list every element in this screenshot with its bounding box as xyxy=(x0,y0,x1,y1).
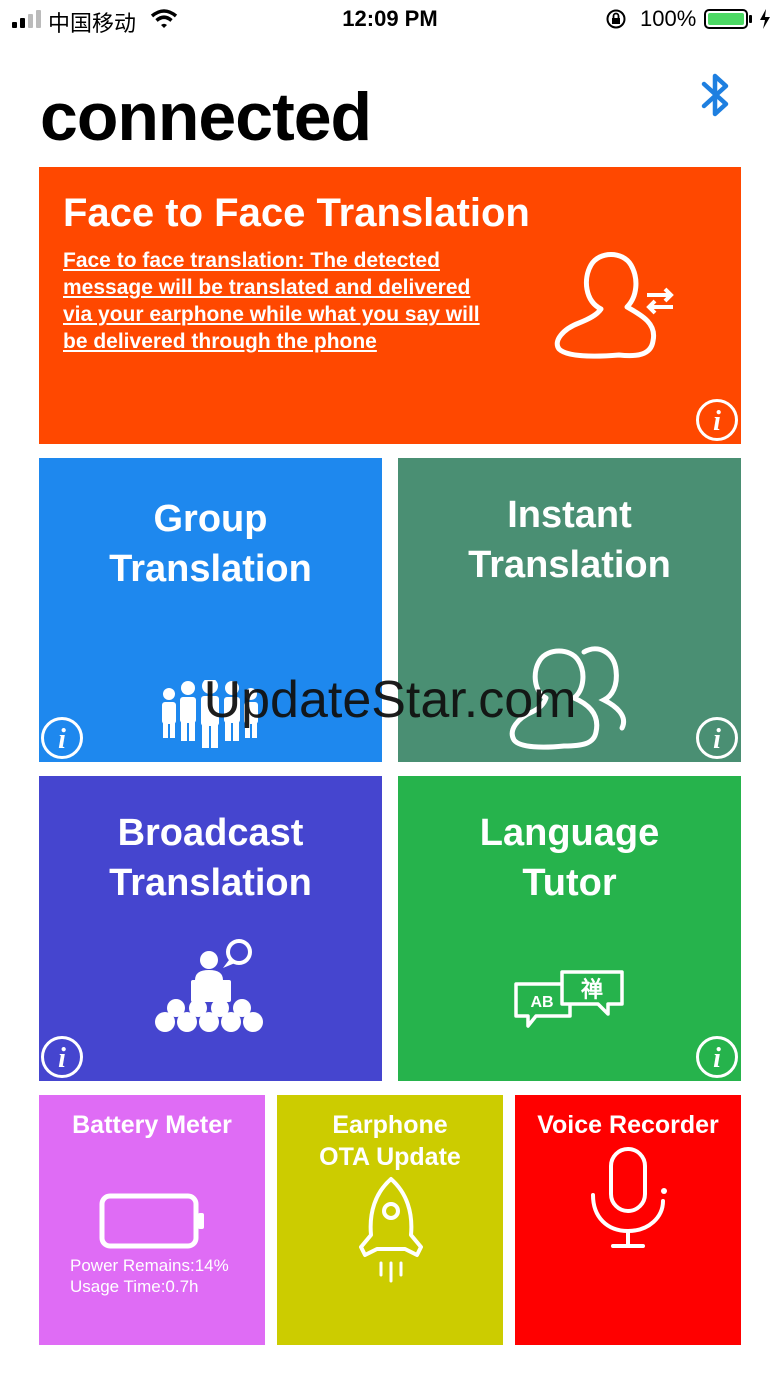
tile-title-line1: Group xyxy=(153,498,268,540)
rotation-lock-icon xyxy=(606,9,626,29)
tile-earphone-ota-update[interactable]: Earphone OTA Update xyxy=(277,1095,503,1345)
battery-status-icon xyxy=(704,9,752,29)
language-bubbles-icon: AB 禅 xyxy=(514,970,624,1028)
person-swap-icon xyxy=(554,252,674,359)
tile-face-to-face-translation[interactable]: Face to Face Translation Face to face tr… xyxy=(39,167,741,444)
status-bar: 中国移动 12:09 PM 100% xyxy=(0,0,780,40)
charging-icon xyxy=(760,9,770,29)
bluetooth-icon[interactable] xyxy=(694,70,738,120)
power-remains: Power Remains:14% xyxy=(70,1256,229,1275)
tile-title-line2: Translation xyxy=(468,544,671,586)
bubble-text-left: AB xyxy=(530,994,553,1011)
info-icon: i xyxy=(41,1036,83,1078)
microphone-icon xyxy=(591,1147,667,1248)
tile-title-line2: Tutor xyxy=(522,862,617,904)
tile-title-line1: Earphone xyxy=(332,1111,448,1139)
page-title: connected xyxy=(40,79,372,155)
watermark-text: UpdateStar.com xyxy=(203,671,577,729)
tile-title: Voice Recorder xyxy=(537,1111,719,1139)
tile-language-tutor[interactable]: Language Tutor AB 禅 i xyxy=(398,776,741,1081)
svg-text:i: i xyxy=(713,1043,721,1074)
info-button[interactable]: i xyxy=(40,1035,84,1079)
info-icon: i xyxy=(696,399,738,441)
tile-title-line2: OTA Update xyxy=(319,1143,461,1171)
tile-title-line1: Instant xyxy=(507,494,632,536)
speaker-audience-icon xyxy=(155,939,263,1032)
tile-broadcast-translation[interactable]: Broadcast Translation i xyxy=(39,776,382,1081)
tile-title: Face to Face Translation xyxy=(63,191,530,235)
info-icon: i xyxy=(696,1036,738,1078)
tile-title-line1: Broadcast xyxy=(117,812,304,854)
info-button[interactable]: i xyxy=(695,1035,739,1079)
tile-title-line2: Translation xyxy=(109,548,312,590)
tile-title: Battery Meter xyxy=(72,1111,232,1139)
battery-percent: 100% xyxy=(640,6,697,31)
tile-voice-recorder[interactable]: Voice Recorder xyxy=(515,1095,741,1345)
rocket-icon xyxy=(359,1177,423,1283)
battery-info: Power Remains:14% Usage Time:0.7h xyxy=(70,1255,229,1297)
tile-title-line2: Translation xyxy=(109,862,312,904)
battery-icon xyxy=(99,1193,204,1249)
tile-description[interactable]: Face to face translation: The detected m… xyxy=(63,247,503,355)
svg-text:i: i xyxy=(58,1043,66,1074)
bubble-text-right: 禅 xyxy=(580,977,603,1003)
info-button[interactable]: i xyxy=(695,398,739,442)
usage-time: Usage Time:0.7h xyxy=(70,1277,199,1296)
svg-text:i: i xyxy=(713,406,721,437)
tile-title-line1: Language xyxy=(479,812,660,854)
tile-battery-meter[interactable]: Battery Meter Power Remains:14% Usage Ti… xyxy=(39,1095,265,1345)
